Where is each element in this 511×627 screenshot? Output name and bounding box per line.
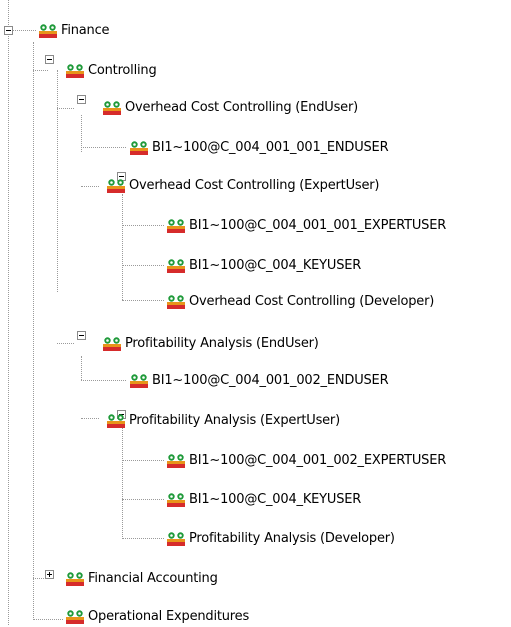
node-label: Financial Accounting xyxy=(88,571,218,586)
user-group-icon xyxy=(167,493,185,507)
collapse-toggle-controlling[interactable] xyxy=(45,55,54,64)
user-group-icon xyxy=(66,64,84,78)
node-label: Operational Expenditures xyxy=(88,609,250,624)
collapse-toggle-occ-enduser[interactable] xyxy=(77,95,86,104)
tree-node-finance[interactable]: Finance xyxy=(38,21,110,41)
user-group-icon xyxy=(66,610,84,624)
tree-node-occ-expertuser-role[interactable]: BI1~100@C_004_001_001_EXPERTUSER xyxy=(166,216,446,236)
node-label: BI1~100@C_004_KEYUSER xyxy=(189,492,362,507)
node-label: Overhead Cost Controlling (ExpertUser) xyxy=(129,178,380,193)
node-label: Overhead Cost Controlling (EndUser) xyxy=(125,100,358,115)
tree-node-financial-accounting[interactable]: Financial Accounting xyxy=(65,569,218,589)
user-group-icon xyxy=(103,101,121,115)
tree-node-pa-expertuser-role[interactable]: BI1~100@C_004_001_002_EXPERTUSER xyxy=(166,451,446,471)
role-tree: Finance Controlling Overhead Cost Contro… xyxy=(0,0,511,625)
tree-node-occ-developer[interactable]: Overhead Cost Controlling (Developer) xyxy=(166,292,434,312)
collapse-toggle-finance[interactable] xyxy=(4,26,13,35)
tree-node-pa-enduser-role[interactable]: BI1~100@C_004_001_002_ENDUSER xyxy=(129,371,389,391)
node-label: Controlling xyxy=(88,63,157,78)
user-group-icon xyxy=(167,259,185,273)
node-label: Profitability Analysis (ExpertUser) xyxy=(129,413,340,428)
node-label: BI1~100@C_004_KEYUSER xyxy=(189,258,362,273)
node-label: Profitability Analysis (EndUser) xyxy=(125,336,319,351)
user-group-icon xyxy=(167,532,185,546)
user-group-icon xyxy=(66,572,84,586)
user-group-icon xyxy=(107,179,125,193)
user-group-icon xyxy=(167,219,185,233)
tree-node-operational-expenditures[interactable]: Operational Expenditures xyxy=(65,607,249,627)
user-group-icon xyxy=(167,295,185,309)
collapse-toggle-pa-enduser[interactable] xyxy=(77,331,86,340)
node-label: BI1~100@C_004_001_002_ENDUSER xyxy=(152,373,389,388)
node-label: BI1~100@C_004_001_001_EXPERTUSER xyxy=(189,218,447,233)
tree-node-occ-expertuser[interactable]: Overhead Cost Controlling (ExpertUser) xyxy=(106,176,379,196)
user-group-icon xyxy=(103,337,121,351)
node-label: BI1~100@C_004_001_002_EXPERTUSER xyxy=(189,453,447,468)
tree-node-occ-enduser-role[interactable]: BI1~100@C_004_001_001_ENDUSER xyxy=(129,138,389,158)
tree-node-occ-keyuser-role[interactable]: BI1~100@C_004_KEYUSER xyxy=(166,256,361,276)
tree-node-pa-expertuser[interactable]: Profitability Analysis (ExpertUser) xyxy=(106,411,340,431)
tree-node-pa-keyuser-role[interactable]: BI1~100@C_004_KEYUSER xyxy=(166,490,361,510)
node-label: BI1~100@C_004_001_001_ENDUSER xyxy=(152,140,389,155)
node-label: Overhead Cost Controlling (Developer) xyxy=(189,294,435,309)
tree-node-pa-developer[interactable]: Profitability Analysis (Developer) xyxy=(166,529,395,549)
node-label: Finance xyxy=(61,23,110,38)
user-group-icon xyxy=(107,414,125,428)
user-group-icon xyxy=(130,374,148,388)
expand-toggle-financial-accounting[interactable] xyxy=(45,570,54,579)
user-group-icon xyxy=(167,454,185,468)
tree-node-occ-enduser[interactable]: Overhead Cost Controlling (EndUser) xyxy=(102,98,358,118)
node-label: Profitability Analysis (Developer) xyxy=(189,531,395,546)
user-group-icon xyxy=(130,141,148,155)
user-group-icon xyxy=(39,24,57,38)
tree-node-pa-enduser[interactable]: Profitability Analysis (EndUser) xyxy=(102,334,319,354)
tree-node-controlling[interactable]: Controlling xyxy=(65,61,157,81)
